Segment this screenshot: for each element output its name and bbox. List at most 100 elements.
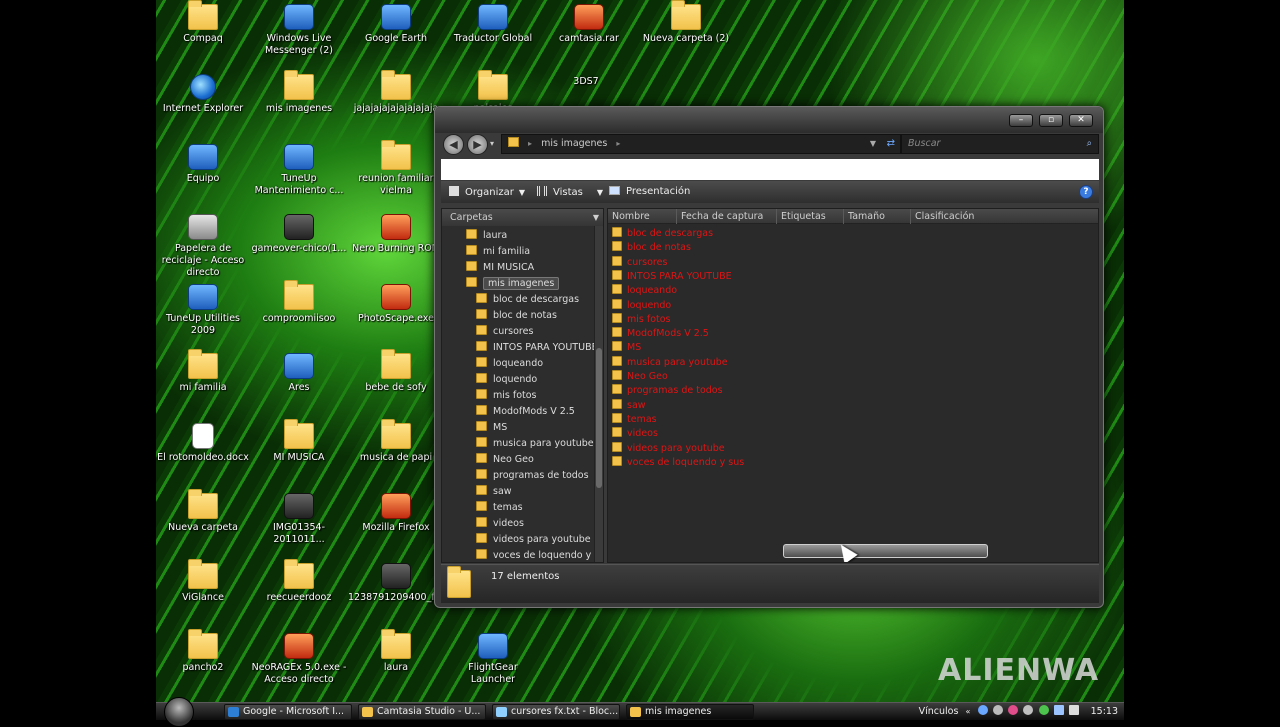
- volume-icon[interactable]: [1068, 705, 1079, 715]
- network-icon[interactable]: [1053, 705, 1064, 715]
- taskbar-button[interactable]: Camtasia Studio - U...: [358, 704, 486, 720]
- tree-item[interactable]: cursores: [476, 324, 533, 340]
- tree-item[interactable]: temas: [476, 500, 523, 516]
- address-dropdown-icon[interactable]: ▼: [870, 135, 876, 153]
- tree-item[interactable]: mi familia: [466, 244, 530, 260]
- refresh-icon[interactable]: ⇄: [887, 135, 895, 153]
- folders-header[interactable]: Carpetas ▼: [442, 209, 603, 226]
- desktop-icon[interactable]: TuneUp Utilities 2009: [156, 284, 251, 337]
- forward-button[interactable]: ▶: [467, 134, 488, 155]
- slideshow-button[interactable]: Presentación: [609, 186, 690, 197]
- tree-item[interactable]: loquendo: [476, 372, 537, 388]
- folder-pane-scrollbar[interactable]: [594, 226, 603, 562]
- tree-item[interactable]: videos para youtube: [476, 532, 591, 548]
- file-item[interactable]: MS: [612, 341, 641, 355]
- desktop-icon[interactable]: ViGlance: [156, 559, 251, 604]
- file-item[interactable]: voces de loquendo y sus: [612, 455, 744, 470]
- tree-item[interactable]: voces de loquendo y s: [476, 548, 599, 562]
- taskbar-button[interactable]: Google - Microsoft I...: [224, 704, 352, 720]
- column-header[interactable]: Clasificación: [910, 209, 974, 224]
- desktop-icon[interactable]: Traductor Global: [445, 4, 541, 45]
- file-item[interactable]: bloc de descargas: [612, 227, 713, 241]
- start-button[interactable]: [164, 697, 194, 727]
- desktop-icon[interactable]: PhotoScape.exe: [348, 284, 444, 325]
- desktop-icon[interactable]: Equipo: [156, 144, 251, 185]
- desktop-icon[interactable]: Compaq: [156, 0, 251, 45]
- desktop-icon[interactable]: Nueva carpeta: [156, 489, 251, 534]
- desktop-icon[interactable]: El rotomoldeo.docx: [156, 423, 251, 464]
- tree-item[interactable]: saw: [476, 484, 512, 500]
- desktop-icon[interactable]: gameover-chico(1...: [251, 214, 347, 255]
- desktop-icon[interactable]: musica de papi: [348, 419, 444, 464]
- tray-icon[interactable]: [1023, 705, 1034, 715]
- collapse-icon[interactable]: ▼: [593, 209, 599, 226]
- tray-icon[interactable]: [978, 705, 989, 715]
- file-item[interactable]: videos: [612, 427, 658, 441]
- scroll-thumb[interactable]: [596, 348, 602, 488]
- file-item[interactable]: musica para youtube: [612, 355, 728, 370]
- help-icon[interactable]: ?: [1079, 185, 1093, 199]
- links-toolbar[interactable]: Vínculos: [919, 706, 959, 717]
- desktop-icon[interactable]: FlightGear Launcher: [445, 633, 541, 686]
- tree-item[interactable]: musica para youtube: [476, 436, 594, 452]
- tray-icon[interactable]: [993, 705, 1004, 715]
- column-header[interactable]: Nombre: [608, 209, 650, 224]
- breadcrumb-chevron-icon[interactable]: ▸: [616, 139, 620, 148]
- recent-pages-icon[interactable]: ▾: [490, 139, 494, 148]
- desktop-icon[interactable]: jajajajajajajajajaja: [348, 70, 444, 115]
- address-bar[interactable]: ▸ mis imagenes ▸ ▼ ⇄: [501, 134, 901, 154]
- file-item[interactable]: programas de todos: [612, 384, 723, 398]
- file-item[interactable]: bloc de notas: [612, 241, 691, 255]
- desktop-icon[interactable]: comproomiisoo: [251, 280, 347, 325]
- desktop-icon[interactable]: Nueva carpeta (2): [638, 0, 734, 45]
- tree-item[interactable]: laura: [466, 228, 507, 244]
- desktop-icon[interactable]: 1238791209400_f[1]: [348, 563, 448, 604]
- file-item[interactable]: videos para youtube: [612, 441, 725, 456]
- tree-item[interactable]: Neo Geo: [476, 452, 534, 468]
- desktop-icon[interactable]: NeoRAGEx 5.0.exe - Acceso directo: [251, 633, 347, 686]
- desktop-icon[interactable]: Nero Burning ROM: [348, 214, 444, 255]
- desktop-icon[interactable]: Internet Explorer: [156, 74, 251, 115]
- tree-item[interactable]: mis imagenes: [466, 276, 560, 292]
- desktop-icon[interactable]: camtasia.rar: [541, 4, 637, 45]
- tree-item[interactable]: bloc de notas: [476, 308, 557, 324]
- file-item[interactable]: ModofMods V 2.5: [612, 327, 709, 341]
- desktop-icon[interactable]: Papelera de reciclaje - Acceso directo: [156, 214, 251, 279]
- taskbar-button[interactable]: mis imagenes: [626, 704, 754, 720]
- search-box[interactable]: Buscar ⌕: [901, 134, 1099, 154]
- tree-item[interactable]: loqueando: [476, 356, 543, 372]
- desktop-icon[interactable]: IMG01354-2011011...: [251, 493, 347, 546]
- breadcrumb[interactable]: mis imagenes: [541, 138, 607, 149]
- tree-item[interactable]: MI MUSICA: [466, 260, 534, 276]
- tree-item[interactable]: ModofMods V 2.5: [476, 404, 575, 420]
- tree-item[interactable]: INTOS PARA YOUTUBE: [476, 340, 598, 356]
- tree-item[interactable]: mis fotos: [476, 388, 537, 404]
- desktop-icon[interactable]: pancho2: [156, 629, 251, 674]
- links-chevron-icon[interactable]: «: [965, 707, 970, 716]
- tree-item[interactable]: MS: [476, 420, 507, 436]
- file-item[interactable]: mis fotos: [612, 312, 671, 327]
- tray-icon[interactable]: [1038, 705, 1049, 715]
- maximize-button[interactable]: ▫: [1039, 114, 1063, 127]
- desktop-icon[interactable]: mi familia: [156, 349, 251, 394]
- desktop-icon[interactable]: Ares: [251, 353, 347, 394]
- desktop-icon[interactable]: reunion familiar vielma: [348, 140, 444, 197]
- close-button[interactable]: ✕: [1069, 114, 1093, 127]
- tree-item[interactable]: bloc de descargas: [476, 292, 579, 308]
- desktop-icon[interactable]: reecueerdooz: [251, 559, 347, 604]
- tree-item[interactable]: programas de todos: [476, 468, 589, 484]
- back-button[interactable]: ◀: [443, 134, 464, 155]
- file-item[interactable]: temas: [612, 412, 657, 427]
- file-item[interactable]: loquendo: [612, 298, 671, 313]
- title-bar[interactable]: – ▫ ✕: [435, 107, 1103, 133]
- file-item[interactable]: loqueando: [612, 284, 677, 298]
- views-button[interactable]: Vistas ▼: [537, 186, 603, 198]
- column-header[interactable]: Fecha de captura: [676, 209, 763, 224]
- file-item[interactable]: saw: [612, 398, 646, 413]
- clock[interactable]: 15:13: [1091, 706, 1118, 717]
- taskbar-button[interactable]: cursores fx.txt - Bloc...: [492, 704, 620, 720]
- desktop-icon[interactable]: Mozilla Firefox: [348, 493, 444, 534]
- desktop-icon[interactable]: Google Earth: [348, 4, 444, 45]
- file-item[interactable]: Neo Geo: [612, 370, 668, 384]
- tray-icon[interactable]: [1008, 705, 1019, 715]
